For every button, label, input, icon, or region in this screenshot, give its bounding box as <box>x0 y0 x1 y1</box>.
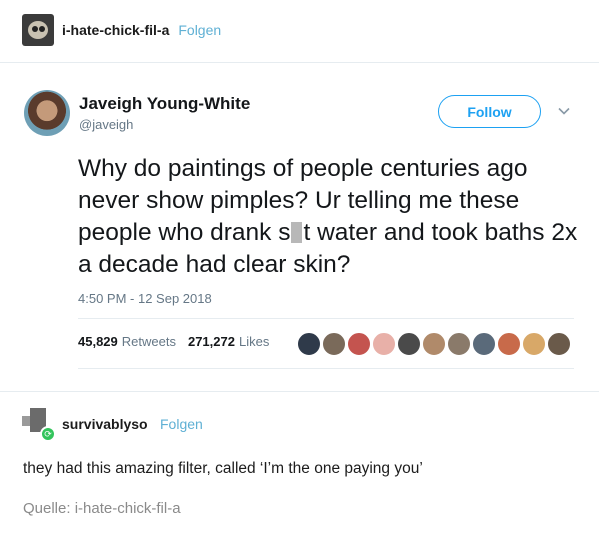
tweet-stats: 45,829 Retweets 271,272 Likes <box>78 334 277 349</box>
avatar-eye <box>32 26 38 32</box>
liker-avatar[interactable] <box>471 331 497 357</box>
liker-avatar[interactable] <box>496 331 522 357</box>
liker-avatar[interactable] <box>546 331 572 357</box>
reblogger-avatar[interactable]: ⟳ <box>22 408 56 442</box>
avatar-face <box>28 21 48 39</box>
censor-block <box>291 222 303 243</box>
tweet-text: Why do paintings of people centuries ago… <box>78 153 578 281</box>
follow-link[interactable]: Folgen <box>160 416 203 432</box>
divider <box>78 318 574 319</box>
source-label: Quelle: <box>23 500 71 517</box>
tweet-timestamp[interactable]: 4:50 PM - 12 Sep 2018 <box>78 291 212 306</box>
chevron-down-icon[interactable] <box>558 105 570 117</box>
embedded-tweet: Javeigh Young-White @javeigh Follow Why … <box>0 62 599 392</box>
tweet-author-handle[interactable]: @javeigh <box>79 117 133 132</box>
retweets-label[interactable]: Retweets <box>122 334 176 349</box>
reblog-icon: ⟳ <box>40 426 56 442</box>
post-header: i-hate-chick-fil-a Folgen <box>22 14 221 46</box>
liker-avatar[interactable] <box>396 331 422 357</box>
tweet-author-name[interactable]: Javeigh Young-White <box>79 94 250 114</box>
liker-avatars <box>296 331 572 357</box>
liker-avatar[interactable] <box>521 331 547 357</box>
liker-avatar[interactable] <box>446 331 472 357</box>
liker-avatar[interactable] <box>421 331 447 357</box>
liker-avatar[interactable] <box>321 331 347 357</box>
source-link[interactable]: i-hate-chick-fil-a <box>75 500 181 517</box>
likes-count[interactable]: 271,272 <box>188 334 235 349</box>
blog-avatar[interactable] <box>22 14 54 46</box>
likes-label[interactable]: Likes <box>239 334 269 349</box>
reblogger-username[interactable]: survivablyso <box>62 416 148 432</box>
avatar-eye <box>39 26 45 32</box>
reblog-comment: they had this amazing filter, called ‘I’… <box>23 460 423 477</box>
divider <box>78 368 574 369</box>
follow-button[interactable]: Follow <box>438 95 541 128</box>
liker-avatar[interactable] <box>371 331 397 357</box>
blog-username[interactable]: i-hate-chick-fil-a <box>62 22 169 38</box>
follow-link[interactable]: Folgen <box>178 22 221 38</box>
liker-avatar[interactable] <box>296 331 322 357</box>
tweet-author-avatar[interactable] <box>24 90 70 136</box>
liker-avatar[interactable] <box>346 331 372 357</box>
retweets-count[interactable]: 45,829 <box>78 334 118 349</box>
source-line: Quelle: i-hate-chick-fil-a <box>23 500 181 517</box>
